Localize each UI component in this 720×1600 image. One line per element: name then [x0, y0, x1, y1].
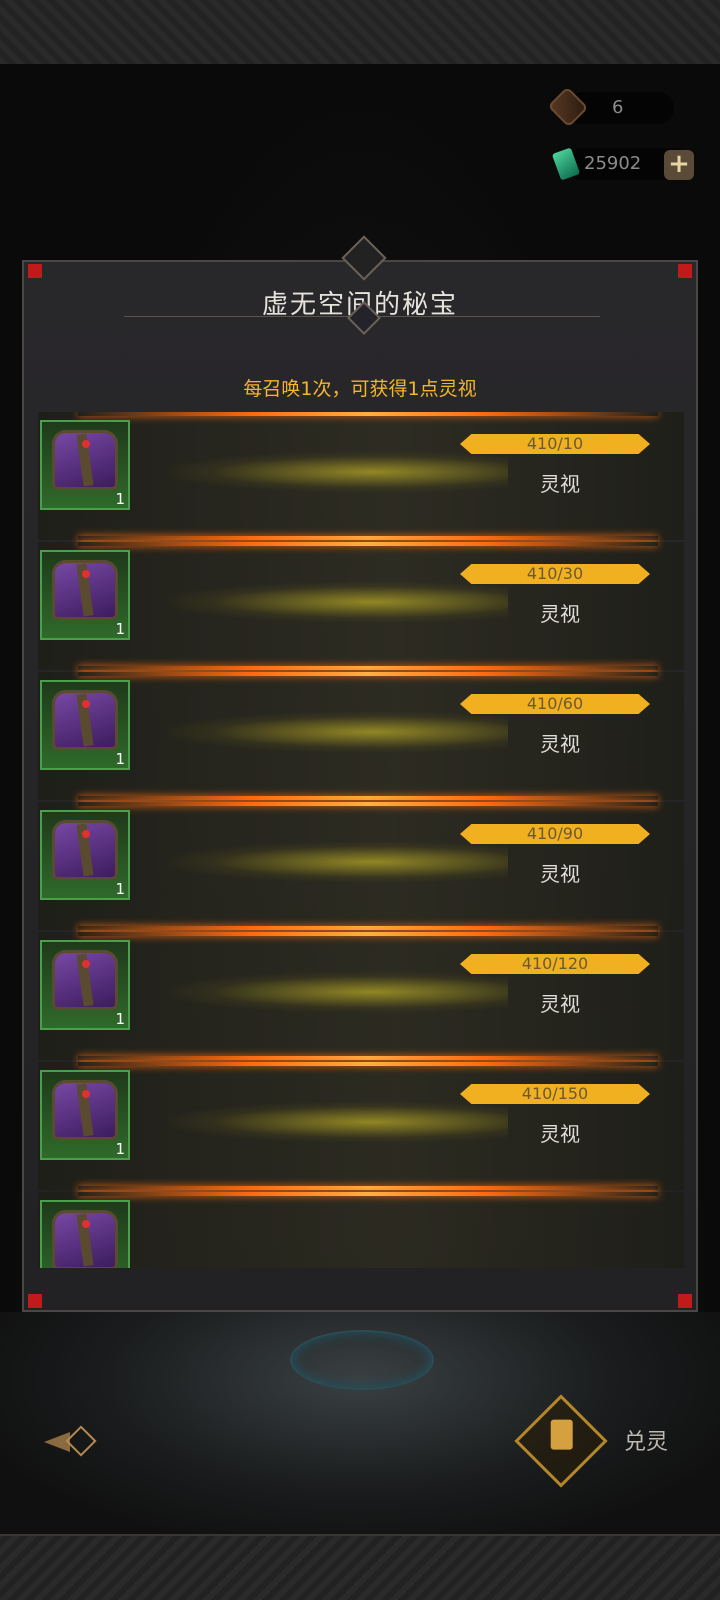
- progress-text: 410/10: [526, 434, 584, 453]
- reward-label: 灵视: [540, 1122, 580, 1146]
- purple-chest-icon: [52, 560, 118, 620]
- purple-chest-icon: [52, 430, 118, 490]
- diamond-icon: [65, 1425, 97, 1457]
- energy-swirl: [168, 1102, 508, 1142]
- reward-row: 1 410/150 灵视: [38, 1062, 684, 1190]
- reward-row: 1 410/60 灵视: [38, 672, 684, 800]
- row-glow-top: [78, 412, 658, 416]
- reward-row: 1 410/90 灵视: [38, 802, 684, 930]
- progress-bar: 410/150: [460, 1084, 650, 1104]
- purple-chest-icon: [52, 690, 118, 750]
- item-count: 1: [115, 1140, 125, 1158]
- gem-count: 25902: [584, 153, 642, 174]
- progress-text: 410/120: [521, 954, 589, 973]
- energy-swirl: [168, 842, 508, 882]
- reward-item-slot[interactable]: [40, 1200, 130, 1268]
- progress-bar: 410/120: [460, 954, 650, 974]
- reward-row-partial: [38, 1192, 684, 1268]
- bottom-altar-area: 兑灵: [0, 1312, 720, 1536]
- purple-chest-icon: [52, 820, 118, 880]
- reward-label: 灵视: [540, 602, 580, 626]
- item-count: 1: [115, 1010, 125, 1028]
- purple-chest-icon: [52, 1080, 118, 1140]
- reward-panel: 虚无空间的秘宝 每召唤1次，可获得1点灵视 1 410/10 灵视 1: [22, 235, 698, 1312]
- row-glow-bottom: [78, 666, 658, 670]
- progress-bar: 410/90: [460, 824, 650, 844]
- row-glow-top: [78, 1062, 658, 1066]
- panel-corner-tl: [28, 264, 42, 278]
- back-button[interactable]: [36, 1422, 100, 1462]
- panel-corner-tr: [678, 264, 692, 278]
- row-glow-top: [78, 932, 658, 936]
- reward-row: 1 410/10 灵视: [38, 412, 684, 540]
- energy-swirl: [168, 582, 508, 622]
- progress-text: 410/30: [526, 564, 584, 583]
- exchange-card-icon[interactable]: [514, 1394, 608, 1488]
- item-count: 1: [115, 880, 125, 898]
- add-gem-button[interactable]: +: [664, 150, 694, 180]
- progress-bar: 410/60: [460, 694, 650, 714]
- progress-text: 410/60: [526, 694, 584, 713]
- row-glow-top: [78, 672, 658, 676]
- reward-item-slot[interactable]: 1: [40, 420, 130, 510]
- panel-corner-bl: [28, 1294, 42, 1308]
- reward-label: 灵视: [540, 732, 580, 756]
- bottom-ornament-border: [0, 1534, 720, 1600]
- row-glow-bottom: [78, 796, 658, 800]
- progress-bar: 410/10: [460, 434, 650, 454]
- reward-item-slot[interactable]: 1: [40, 680, 130, 770]
- reward-item-slot[interactable]: 1: [40, 940, 130, 1030]
- reward-label: 灵视: [540, 992, 580, 1016]
- energy-swirl: [168, 712, 508, 752]
- item-count: 1: [115, 490, 125, 508]
- reward-list[interactable]: 1 410/10 灵视 1 410/30 灵视 1 410/60 灵视 1 41…: [38, 412, 684, 1268]
- reward-item-slot[interactable]: 1: [40, 550, 130, 640]
- purple-chest-icon: [52, 950, 118, 1010]
- row-glow-top: [78, 542, 658, 546]
- row-glow-top: [78, 802, 658, 806]
- row-glow-bottom: [78, 926, 658, 930]
- panel-corner-br: [678, 1294, 692, 1308]
- row-glow-bottom: [78, 1056, 658, 1060]
- exchange-button-label[interactable]: 兑灵: [624, 1424, 668, 1456]
- row-glow-bottom: [78, 1186, 658, 1190]
- top-ornament-border: [0, 0, 720, 66]
- progress-text: 410/150: [521, 1084, 589, 1103]
- row-glow-top: [78, 1192, 658, 1196]
- scroll-count: 6: [612, 97, 624, 118]
- panel-subtitle: 每召唤1次，可获得1点灵视: [243, 378, 477, 400]
- purple-chest-icon: [52, 1210, 118, 1268]
- reward-label: 灵视: [540, 472, 580, 496]
- progress-bar: 410/30: [460, 564, 650, 584]
- reward-label: 灵视: [540, 862, 580, 886]
- energy-swirl: [168, 972, 508, 1012]
- row-glow-bottom: [78, 536, 658, 540]
- reward-item-slot[interactable]: 1: [40, 810, 130, 900]
- reward-item-slot[interactable]: 1: [40, 1070, 130, 1160]
- item-count: 1: [115, 620, 125, 638]
- energy-swirl: [168, 452, 508, 492]
- progress-text: 410/90: [526, 824, 584, 843]
- item-count: 1: [115, 750, 125, 768]
- summon-circle-emblem: [290, 1330, 434, 1390]
- reward-row: 1 410/120 灵视: [38, 932, 684, 1060]
- reward-row: 1 410/30 灵视: [38, 542, 684, 670]
